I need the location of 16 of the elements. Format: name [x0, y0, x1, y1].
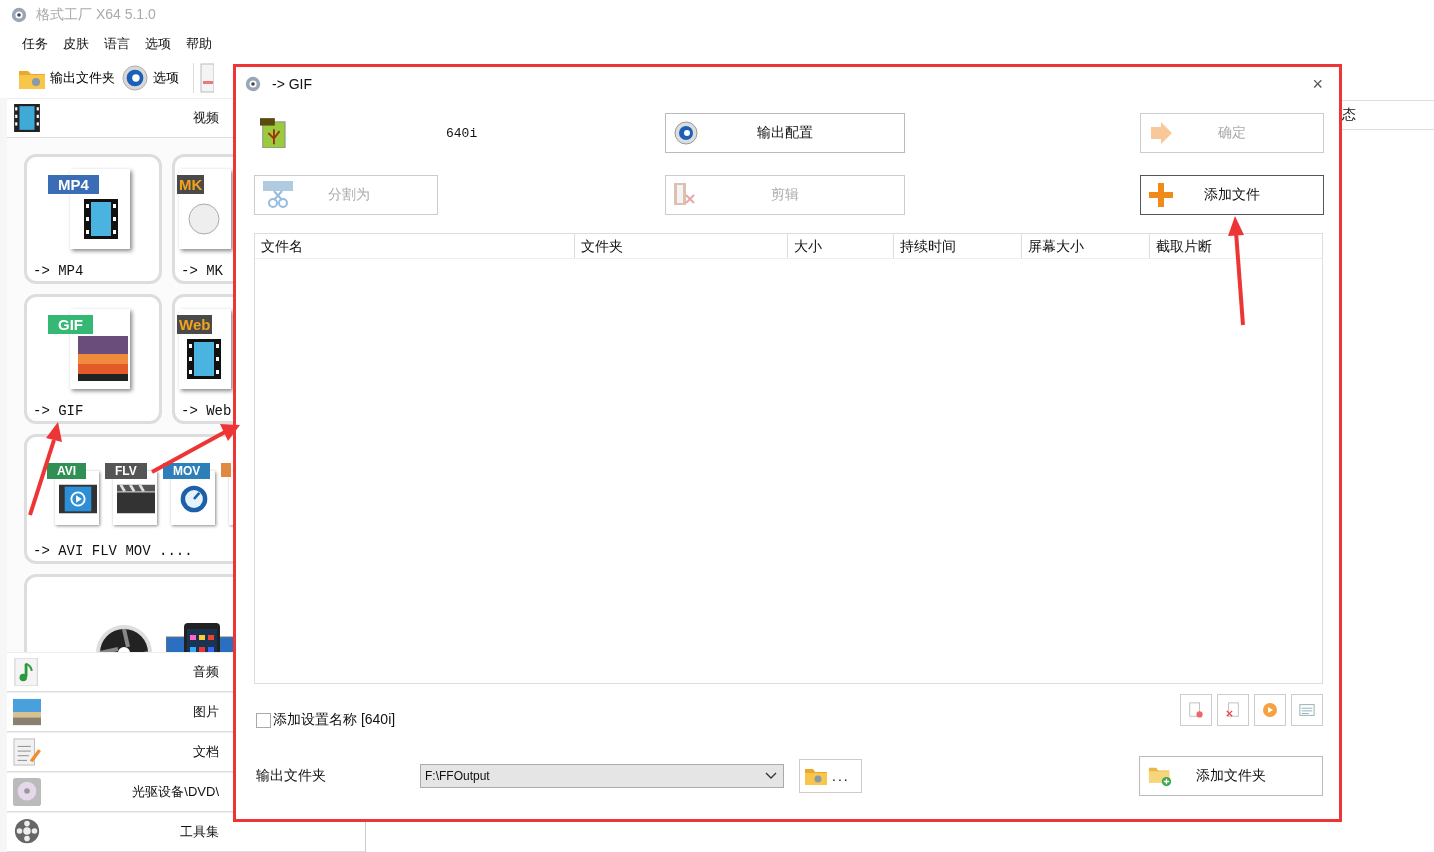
tile-label: -> Web	[181, 403, 232, 419]
window-title: 格式工厂 X64 5.1.0	[36, 6, 156, 24]
tile-label: -> AVI FLV MOV ....	[33, 543, 193, 559]
column-header: 态	[1342, 106, 1356, 124]
format-badge: MOV	[163, 463, 211, 479]
tile-label: -> MK	[181, 263, 223, 279]
format-badge: GIF	[48, 315, 93, 334]
dialog-title: -> GIF	[272, 76, 313, 92]
tile-label: -> MP4	[33, 263, 84, 279]
format-badge: Web	[177, 315, 213, 334]
preset-name: 640i	[446, 125, 478, 141]
format-badge: MP4	[48, 175, 99, 194]
format-badge: FLV	[105, 463, 147, 479]
tile-label: -> GIF	[33, 403, 84, 419]
format-badge: MK	[177, 175, 205, 194]
format-badge: AVI	[47, 463, 87, 479]
